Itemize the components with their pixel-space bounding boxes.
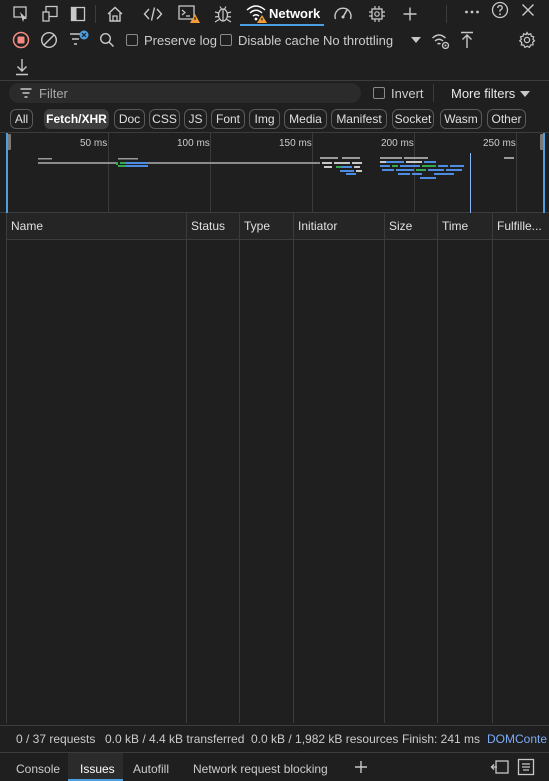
bug-sources-icon[interactable] (212, 3, 234, 25)
requests-count: 0 / 37 requests (16, 732, 96, 746)
column-header-fulfilled-by[interactable]: Fulfille... (492, 213, 549, 240)
chip-js[interactable]: JS (184, 109, 207, 129)
welcome-home-icon[interactable] (104, 3, 126, 25)
column-header-type[interactable]: Type (239, 213, 293, 240)
throttling-select[interactable]: No throttling (323, 33, 393, 48)
divider (0, 80, 549, 81)
tab-network-label: Network (269, 6, 321, 21)
dom-content-loaded-time: DOMConte (487, 732, 548, 746)
drawer-tab-console[interactable]: Console (16, 762, 60, 776)
dock-drawer-icon[interactable] (489, 757, 511, 777)
column-header-initiator[interactable]: Initiator (293, 213, 384, 240)
divider (446, 5, 447, 23)
chevron-down-icon[interactable] (408, 32, 424, 48)
preserve-log-checkbox[interactable] (126, 34, 138, 46)
network-toolbar: Preserve log Disable cache No throttling (0, 28, 549, 80)
chip-doc[interactable]: Doc (114, 109, 145, 129)
add-drawer-tab-plus-icon[interactable] (351, 757, 371, 777)
chip-manifest[interactable]: Manifest (331, 109, 387, 129)
chevron-down-icon[interactable] (518, 88, 532, 100)
timeline-request-bars (38, 157, 514, 179)
chip-media[interactable]: Media (284, 109, 327, 129)
drawer-tab-bar: Console Issues Autofill Network request … (0, 752, 549, 781)
more-options-icon[interactable] (461, 2, 483, 22)
network-overview-timeline[interactable]: 50 ms 100 ms 150 ms 200 ms 250 ms (0, 132, 549, 213)
memory-chip-icon[interactable] (366, 3, 388, 25)
divider (433, 84, 434, 102)
disable-cache-checkbox[interactable] (220, 34, 232, 46)
column-header-time[interactable]: Time (437, 213, 492, 240)
chip-font[interactable]: Font (211, 109, 245, 129)
dock-side-icon[interactable] (68, 4, 88, 24)
device-toolbar-icon[interactable] (40, 4, 60, 24)
chip-wasm[interactable]: Wasm (440, 109, 482, 129)
column-header-status[interactable]: Status (186, 213, 239, 240)
add-tab-plus-icon[interactable] (399, 3, 421, 25)
import-upload-icon[interactable] (458, 30, 476, 50)
drawer-tab-network-request-blocking[interactable]: Network request blocking (193, 762, 328, 776)
tab-network[interactable]: Network (240, 0, 324, 28)
finish-time: Finish: 241 ms (402, 732, 481, 746)
preserve-log-label[interactable]: Preserve log (144, 33, 217, 48)
export-download-icon[interactable] (13, 57, 31, 77)
filter-funnel-icon (19, 86, 33, 100)
chip-all[interactable]: All (10, 109, 33, 129)
invert-checkbox[interactable] (373, 87, 385, 99)
resources-size: 0.0 kB / 1,982 kB resources (251, 732, 399, 746)
chip-fetch-xhr[interactable]: Fetch/XHR (44, 109, 109, 129)
clear-log-icon[interactable] (39, 30, 59, 50)
network-conditions-icon[interactable] (430, 30, 452, 52)
network-summary-bar: 0 / 37 requests 0.0 kB / 4.4 kB transfer… (0, 725, 549, 750)
request-bars-cluster-2 (380, 157, 514, 179)
disable-cache-label[interactable]: Disable cache (238, 33, 320, 48)
help-question-icon[interactable] (489, 0, 511, 20)
chip-other[interactable]: Other (487, 109, 526, 129)
more-filters-button[interactable]: More filters (451, 86, 515, 101)
request-bars-cluster-1 (320, 157, 362, 175)
chip-img[interactable]: Img (249, 109, 280, 129)
close-icon[interactable] (517, 0, 539, 20)
divider (95, 5, 96, 23)
filter-clear-icon[interactable] (68, 30, 90, 50)
drawer-tab-autofill[interactable]: Autofill (133, 762, 169, 776)
active-tab-underline (240, 24, 324, 26)
wifi-warning-icon (245, 2, 267, 24)
devtools-tab-bar: Network (0, 0, 549, 28)
requests-table-body[interactable] (6, 241, 549, 724)
transferred-size: 0.0 kB / 4.4 kB transferred (105, 732, 245, 746)
drawer-tab-issues[interactable]: Issues (80, 762, 115, 776)
filter-field[interactable] (9, 83, 361, 103)
chip-css[interactable]: CSS (149, 109, 180, 129)
performance-gauge-icon[interactable] (332, 3, 354, 25)
request-bars-early (38, 158, 320, 167)
column-header-size[interactable]: Size (384, 213, 437, 240)
invert-label[interactable]: Invert (391, 86, 424, 101)
column-header-name[interactable]: Name (6, 213, 186, 240)
stop-recording-icon[interactable] (11, 30, 31, 50)
close-drawer-icon[interactable] (515, 757, 537, 777)
inspect-element-icon[interactable] (11, 4, 31, 24)
settings-gear-icon[interactable] (517, 30, 537, 50)
elements-code-icon[interactable] (142, 3, 164, 25)
chip-socket[interactable]: Socket (392, 109, 434, 129)
search-icon[interactable] (97, 30, 117, 50)
filter-input[interactable] (39, 85, 349, 101)
requests-table-header: Name Status Type Initiator Size Time Ful… (6, 213, 549, 240)
console-warning-icon[interactable] (177, 3, 201, 25)
